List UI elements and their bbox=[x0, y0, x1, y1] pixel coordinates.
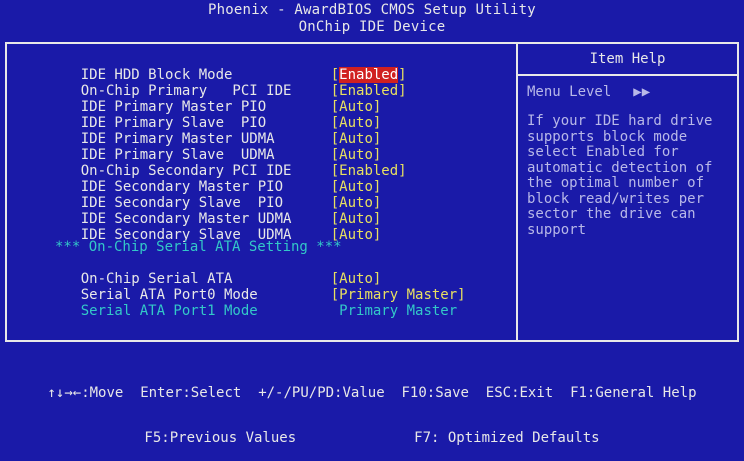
setting-value-disabled: Primary Master bbox=[339, 303, 458, 319]
panel-divider bbox=[516, 44, 518, 340]
setting-ide-primary-slave-udma[interactable]: IDE Primary Slave UDMA [Auto] bbox=[47, 131, 382, 163]
setting-ide-secondary-slave-pio[interactable]: IDE Secondary Slave PIO [Auto] bbox=[47, 179, 382, 211]
key-legend-line-2: F5:Previous Values F7: Optimized Default… bbox=[144, 430, 600, 446]
setting-ide-secondary-master-pio[interactable]: IDE Secondary Master PIO [Auto] bbox=[47, 163, 382, 195]
key-legend-line-1: ↑↓→←:Move Enter:Select +/-/PU/PD:Value F… bbox=[47, 385, 697, 401]
title-line-2: OnChip IDE Device bbox=[298, 19, 446, 35]
main-frame: IDE HDD Block Mode [Enabled] On-Chip Prim… bbox=[5, 42, 739, 342]
setting-value[interactable]: Auto bbox=[339, 227, 373, 243]
item-help-title: Item Help bbox=[589, 51, 666, 67]
setting-ide-hdd-block-mode[interactable]: IDE HDD Block Mode [Enabled] bbox=[47, 51, 407, 83]
setting-onchip-secondary-pci-ide[interactable]: On-Chip Secondary PCI IDE [Enabled] bbox=[47, 147, 407, 179]
setting-serial-ata-port0-mode[interactable]: Serial ATA Port0 Mode [Primary Master] bbox=[47, 271, 466, 303]
key-legend: ↑↓→←:Move Enter:Select +/-/PU/PD:Value F… bbox=[0, 356, 744, 461]
title-line-1: Phoenix - AwardBIOS CMOS Setup Utility bbox=[208, 2, 536, 18]
help-separator bbox=[518, 74, 737, 76]
setting-label: Serial ATA Port1 Mode bbox=[80, 303, 258, 319]
menu-level-label: Menu Level bbox=[527, 84, 612, 100]
setting-ide-primary-master-udma[interactable]: IDE Primary Master UDMA [Auto] bbox=[47, 115, 382, 147]
setting-onchip-primary-pci-ide[interactable]: On-Chip Primary PCI IDE [Enabled] bbox=[47, 67, 407, 99]
setting-ide-secondary-slave-udma[interactable]: IDE Secondary Slave UDMA [Auto] bbox=[47, 211, 382, 243]
help-description: If your IDE hard drive supports block mo… bbox=[527, 113, 713, 238]
menu-level: Menu Level ▶▶ bbox=[527, 84, 650, 100]
section-heading-serial-ata: *** On-Chip Serial ATA Setting *** bbox=[55, 239, 342, 255]
setting-ide-secondary-master-udma[interactable]: IDE Secondary Master UDMA [Auto] bbox=[47, 195, 382, 227]
setting-onchip-serial-ata[interactable]: On-Chip Serial ATA [Auto] bbox=[47, 255, 382, 287]
setting-ide-primary-master-pio[interactable]: IDE Primary Master PIO [Auto] bbox=[47, 83, 382, 115]
setting-ide-primary-slave-pio[interactable]: IDE Primary Slave PIO [Auto] bbox=[47, 99, 382, 131]
menu-level-arrows-icon: ▶▶ bbox=[633, 84, 651, 100]
bios-title: Phoenix - AwardBIOS CMOS Setup Utility O… bbox=[0, 2, 744, 36]
setting-serial-ata-port1-mode: Serial ATA Port1 Mode[Primary Master bbox=[47, 287, 457, 319]
